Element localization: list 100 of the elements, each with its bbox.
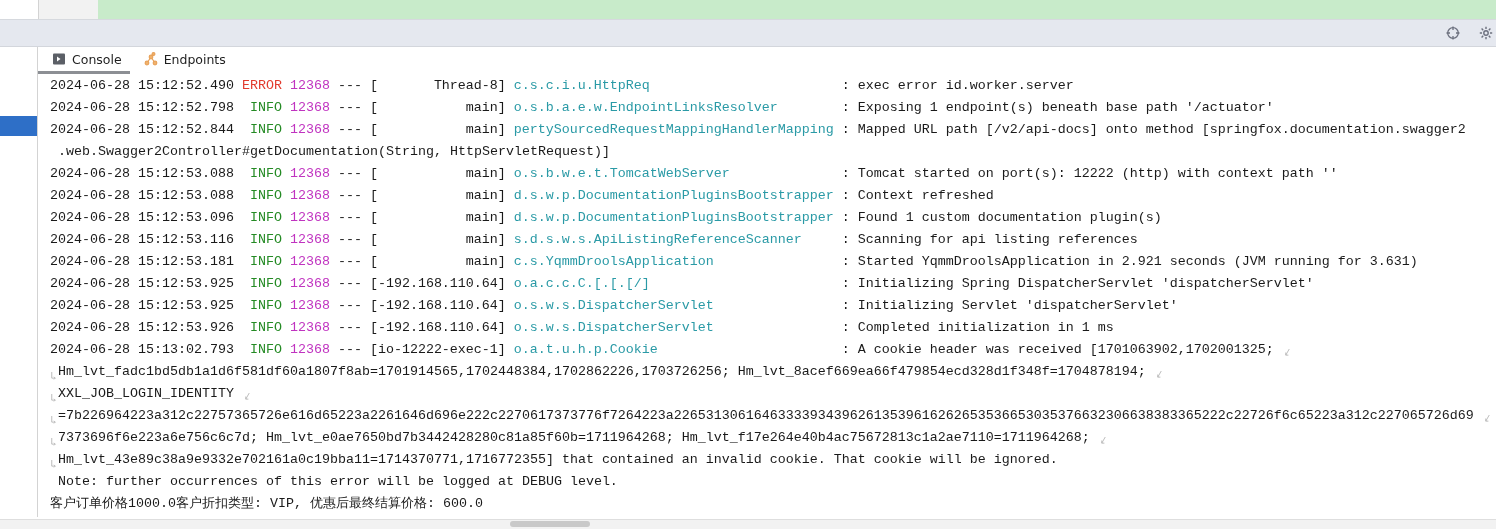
log-timestamp: 2024-06-28 15:12:52.490 [50,77,235,93]
log-message: : Initializing Spring DispatcherServlet 'dispatcherServlet' [841,275,1314,291]
log-level: INFO [248,165,282,181]
logger-name: c.s.YqmmDroolsApplication [513,253,715,269]
log-timestamp: 2024-06-28 15:12:53.925 [50,297,235,313]
logger-name: o.a.c.c.C.[.[.[/] [513,275,651,291]
log-separator: --- [337,209,363,225]
thread-name: [ main] [369,253,507,269]
thread-name: [ main] [369,231,507,247]
process-id: 12368 [289,99,331,115]
process-id: 12368 [289,319,331,335]
process-id: 12368 [289,165,331,181]
logger-name: pertySourcedRequestMappingHandlerMapping [513,121,835,137]
crosshair-icon[interactable] [1446,26,1460,40]
log-message: : Completed initialization in 1 ms [841,319,1114,335]
log-message: : Initializing Servlet 'dispatcherServlet' [841,297,1178,313]
thread-name: [ main] [369,121,507,137]
log-timestamp: 2024-06-28 15:12:53.116 [50,231,235,247]
logger-name: s.d.s.w.s.ApiListingReferenceScanner [513,231,803,247]
process-id: 12368 [289,341,331,357]
log-level: INFO [248,209,282,225]
logger-name: o.s.b.w.e.t.TomcatWebServer [513,165,731,181]
logger-name: d.s.w.p.DocumentationPluginsBootstrapper [513,209,835,225]
process-id: 12368 [289,77,331,93]
log-timestamp: 2024-06-28 15:13:02.793 [50,341,235,357]
process-id: 12368 [289,121,331,137]
process-id: 12368 [289,209,331,225]
log-timestamp: 2024-06-28 15:12:53.181 [50,253,235,269]
logger-name: o.s.b.a.e.w.EndpointLinksResolver [513,99,779,115]
thread-name: [ main] [369,187,507,203]
log-timestamp: 2024-06-28 15:12:53.926 [50,319,235,335]
log-separator: --- [337,165,363,181]
console-output: 客户订单价格1000.0客户折扣类型: VIP, 优惠后最终结算价格: 600.0 [50,495,483,512]
process-id: 12368 [289,231,331,247]
process-id: 12368 [289,187,331,203]
selected-item-marker [0,116,37,136]
log-message: Hm_lvt_43e89c38a9e9332e702161a0c19bba11=1714370771,1716772355] that contained an invalid cookie. That cookie will be ignored. [58,451,1058,467]
logger-name: o.s.w.s.DispatcherServlet [513,319,715,335]
log-level: INFO [248,253,282,269]
log-message: : exec error id.worker.server [841,77,1074,93]
terminal-icon [52,52,66,66]
log-timestamp: 2024-06-28 15:12:53.096 [50,209,235,225]
log-level: INFO [248,319,282,335]
logger-name: o.a.t.u.h.p.Cookie [513,341,659,357]
log-separator: --- [337,297,363,313]
log-separator: --- [337,187,363,203]
log-message: : Started YqmmDroolsApplication in 2.921 seconds (JVM running for 3.631) [841,253,1418,269]
log-timestamp: 2024-06-28 15:12:53.088 [50,165,235,181]
log-level: INFO [248,121,282,137]
log-message: Hm_lvt_fadc1bd5db1a1d6f581df60a1807f8ab=1701914565,1702448384,1702862226,1703726256; Hm_lvt_8acef669ea66f479854ecd328d1f348f=1704878194; [58,363,1146,379]
log-separator: --- [337,319,363,335]
thread-name: [ main] [369,165,507,181]
thread-name: [-192.168.110.64] [369,297,507,313]
log-separator: --- [337,341,363,357]
thread-name: [-192.168.110.64] [369,275,507,291]
tool-tab[interactable]: Endpoints [129,47,234,74]
log-message: : Context refreshed [841,187,994,203]
thread-name: [io-12222-exec-1] [369,341,507,357]
log-level: INFO [248,99,282,115]
log-level: INFO [248,231,282,247]
nodes-icon [143,52,158,66]
tool-tab[interactable]: Console [38,47,130,74]
log-timestamp: 2024-06-28 15:12:52.798 [50,99,235,115]
log-timestamp: 2024-06-28 15:12:52.844 [50,121,235,137]
settings-icon[interactable] [1479,26,1493,40]
scrollbar-thumb[interactable] [510,521,590,527]
log-message: XXL_JOB_LOGIN_IDENTITY [58,385,234,401]
log-level: INFO [248,341,282,357]
thread-name: [ main] [369,209,507,225]
process-id: 12368 [289,297,331,313]
log-separator: --- [337,275,363,291]
log-message: : Scanning for api listing references [841,231,1138,247]
log-timestamp: 2024-06-28 15:12:53.088 [50,187,235,203]
logger-name: c.s.c.i.u.HttpReq [513,77,651,93]
logger-name: o.s.w.s.DispatcherServlet [513,297,715,313]
log-level: INFO [248,275,282,291]
process-id: 12368 [289,275,331,291]
log-message: : Found 1 custom documentation plugin(s) [841,209,1162,225]
thread-name: [ Thread-8] [369,77,507,93]
log-message: Note: further occurrences of this error will be logged at DEBUG level. [58,473,618,489]
log-message: : Tomcat started on port(s): 12222 (http) with context path '' [841,165,1338,181]
log-message: .web.Swagger2Controller#getDocumentation(String, HttpServletRequest)] [58,143,610,159]
log-timestamp: 2024-06-28 15:12:53.925 [50,275,235,291]
log-message: : A cookie header was received [1701063902,1702001325; [841,341,1274,357]
thread-name: [ main] [369,99,507,115]
log-separator: --- [337,77,363,93]
thread-name: [-192.168.110.64] [369,319,507,335]
log-separator: --- [337,99,363,115]
log-level: ERROR [241,77,282,93]
logger-name: d.s.w.p.DocumentationPluginsBootstrapper [513,187,835,203]
log-separator: --- [337,121,363,137]
log-message: 7373696f6e223a6e756c6c7d; Hm_lvt_e0ae7650bd7b3442428280c81a85f60b=1711964268; Hm_lvt_f17e264e40b4ac75672813c1a2ae7110=1711964268; [58,429,1090,445]
log-message: =7b226964223a312c22757365726e616d65223a2261646d696e222c2270617373776f7264223a226531306164633339343962613539616262653536653035376632306638383365222c22726f6c65223a312c227065726d69 [58,407,1474,423]
log-level: INFO [248,297,282,313]
log-message: : Mapped URL path [/v2/api-docs] onto method [springfox.documentation.swagger2 [841,121,1466,137]
log-message: : Exposing 1 endpoint(s) beneath base path '/actuator' [841,99,1274,115]
process-id: 12368 [289,253,331,269]
log-separator: --- [337,253,363,269]
log-level: INFO [248,187,282,203]
log-separator: --- [337,231,363,247]
